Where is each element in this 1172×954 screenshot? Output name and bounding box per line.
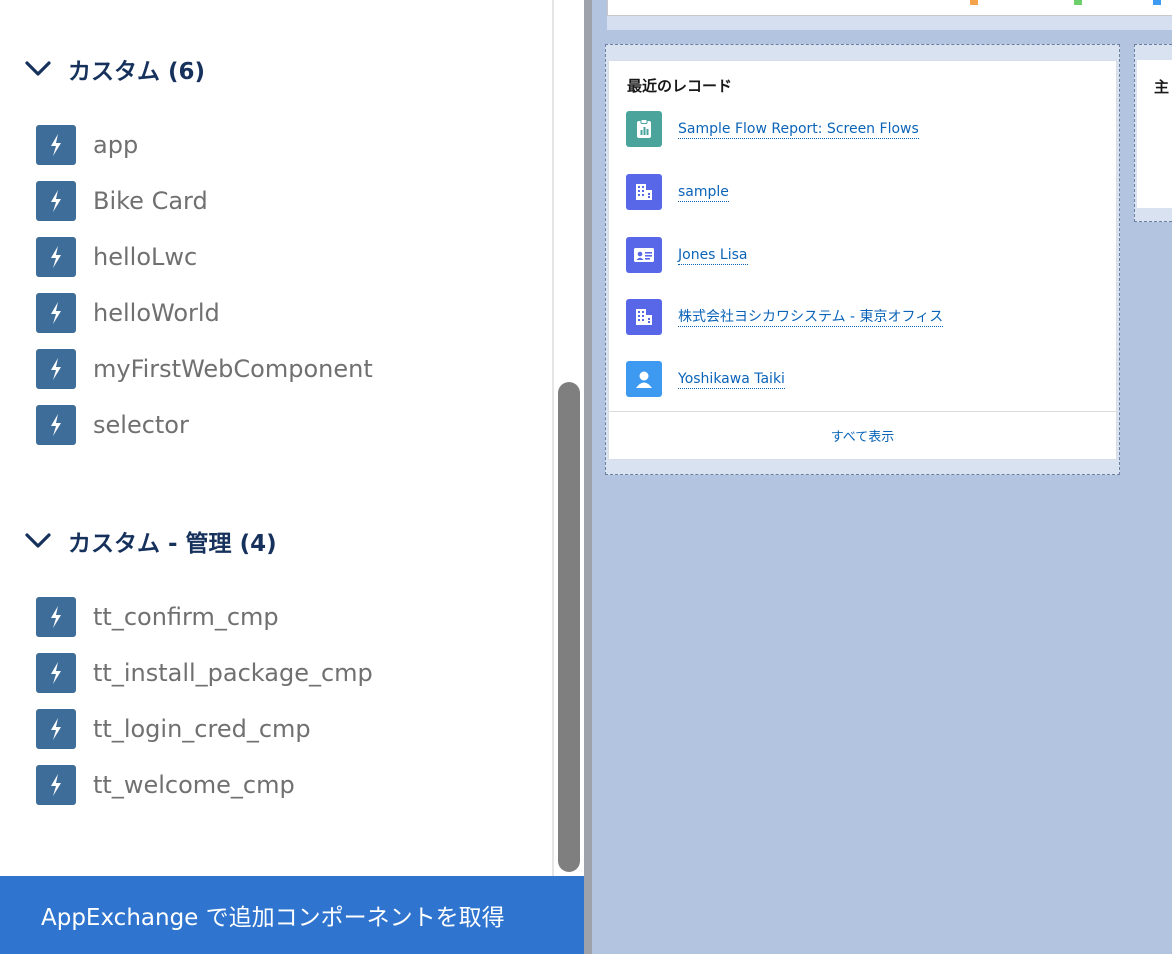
recent-records-footer: すべて表示	[609, 411, 1116, 459]
lightning-bolt-icon	[36, 181, 76, 221]
recent-record-row[interactable]: sample	[626, 174, 729, 210]
component-item-helloworld[interactable]: helloWorld	[36, 293, 220, 333]
record-link[interactable]: 株式会社ヨシカワシステム - 東京オフィス	[678, 308, 944, 327]
component-label: tt_welcome_cmp	[93, 771, 295, 799]
record-link[interactable]: Sample Flow Report: Screen Flows	[678, 120, 919, 139]
recent-record-row[interactable]: Jones Lisa	[626, 237, 748, 273]
component-item-bike-card[interactable]: Bike Card	[36, 181, 208, 221]
component-item-selector[interactable]: selector	[36, 405, 189, 445]
component-palette: カスタム (6) app Bike Card helloLwc helloWor…	[0, 0, 552, 876]
component-drop-zone	[607, 16, 1172, 30]
lightning-bolt-icon	[36, 349, 76, 389]
component-item-tt-login-cred-cmp[interactable]: tt_login_cred_cmp	[36, 709, 311, 749]
contact-icon	[626, 237, 662, 273]
section-title: カスタム - 管理 (4)	[68, 531, 277, 557]
recent-records-title: 最近のレコード	[627, 77, 733, 95]
panel-resize-divider[interactable]	[584, 0, 592, 954]
lightning-bolt-icon	[36, 405, 76, 445]
legend-swatch-green	[1074, 0, 1082, 5]
recent-record-row[interactable]: Yoshikawa Taiki	[626, 361, 785, 397]
chevron-down-icon[interactable]	[24, 55, 52, 83]
component-label: helloWorld	[93, 299, 220, 327]
appexchange-button-label: AppExchange で追加コンポーネントを取得	[41, 905, 505, 931]
component-item-tt-install-package-cmp[interactable]: tt_install_package_cmp	[36, 653, 373, 693]
component-item-tt-welcome-cmp[interactable]: tt_welcome_cmp	[36, 765, 295, 805]
account-icon	[626, 174, 662, 210]
lightning-bolt-icon	[36, 765, 76, 805]
component-item-hellolwc[interactable]: helloLwc	[36, 237, 197, 277]
record-link[interactable]: sample	[678, 183, 729, 202]
component-label: tt_login_cred_cmp	[93, 715, 311, 743]
lightning-bolt-icon	[36, 125, 76, 165]
scrollbar-thumb[interactable]	[558, 382, 580, 872]
lightning-bolt-icon	[36, 597, 76, 637]
side-card-title: 主	[1154, 78, 1170, 96]
lightning-bolt-icon	[36, 237, 76, 277]
recent-record-row[interactable]: Sample Flow Report: Screen Flows	[626, 111, 919, 147]
legend-swatch-blue	[1153, 0, 1161, 5]
report-icon	[626, 111, 662, 147]
component-label: Bike Card	[93, 187, 208, 215]
chart-card-bottom-edge[interactable]	[607, 0, 1172, 16]
lightning-bolt-icon	[36, 709, 76, 749]
side-component-card[interactable]: 主	[1137, 60, 1172, 208]
component-label: selector	[93, 411, 189, 439]
component-label: myFirstWebComponent	[93, 355, 373, 383]
component-item-myfirstwebcomponent[interactable]: myFirstWebComponent	[36, 349, 373, 389]
record-link[interactable]: Jones Lisa	[678, 246, 748, 265]
section-header-custom-managed[interactable]: カスタム - 管理 (4)	[24, 526, 277, 557]
recent-records-card[interactable]: 最近のレコード Sample Flow Report: Screen Flows…	[608, 60, 1117, 460]
recent-record-row[interactable]: 株式会社ヨシカワシステム - 東京オフィス	[626, 299, 944, 335]
record-link[interactable]: Yoshikawa Taiki	[678, 370, 785, 389]
account-icon	[626, 299, 662, 335]
user-icon	[626, 361, 662, 397]
view-all-link[interactable]: すべて表示	[831, 426, 895, 445]
section-header-custom[interactable]: カスタム (6)	[24, 54, 206, 85]
chevron-down-icon[interactable]	[24, 527, 52, 555]
component-label: helloLwc	[93, 243, 198, 271]
legend-swatch-orange	[970, 0, 978, 5]
component-item-app[interactable]: app	[36, 125, 138, 165]
component-label: app	[93, 131, 139, 159]
component-label: tt_install_package_cmp	[93, 659, 373, 687]
component-label: tt_confirm_cmp	[93, 603, 279, 631]
lightning-bolt-icon	[36, 653, 76, 693]
lightning-bolt-icon	[36, 293, 76, 333]
section-title: カスタム (6)	[68, 59, 206, 85]
component-item-tt-confirm-cmp[interactable]: tt_confirm_cmp	[36, 597, 279, 637]
appexchange-button[interactable]: AppExchange で追加コンポーネントを取得	[0, 876, 584, 954]
